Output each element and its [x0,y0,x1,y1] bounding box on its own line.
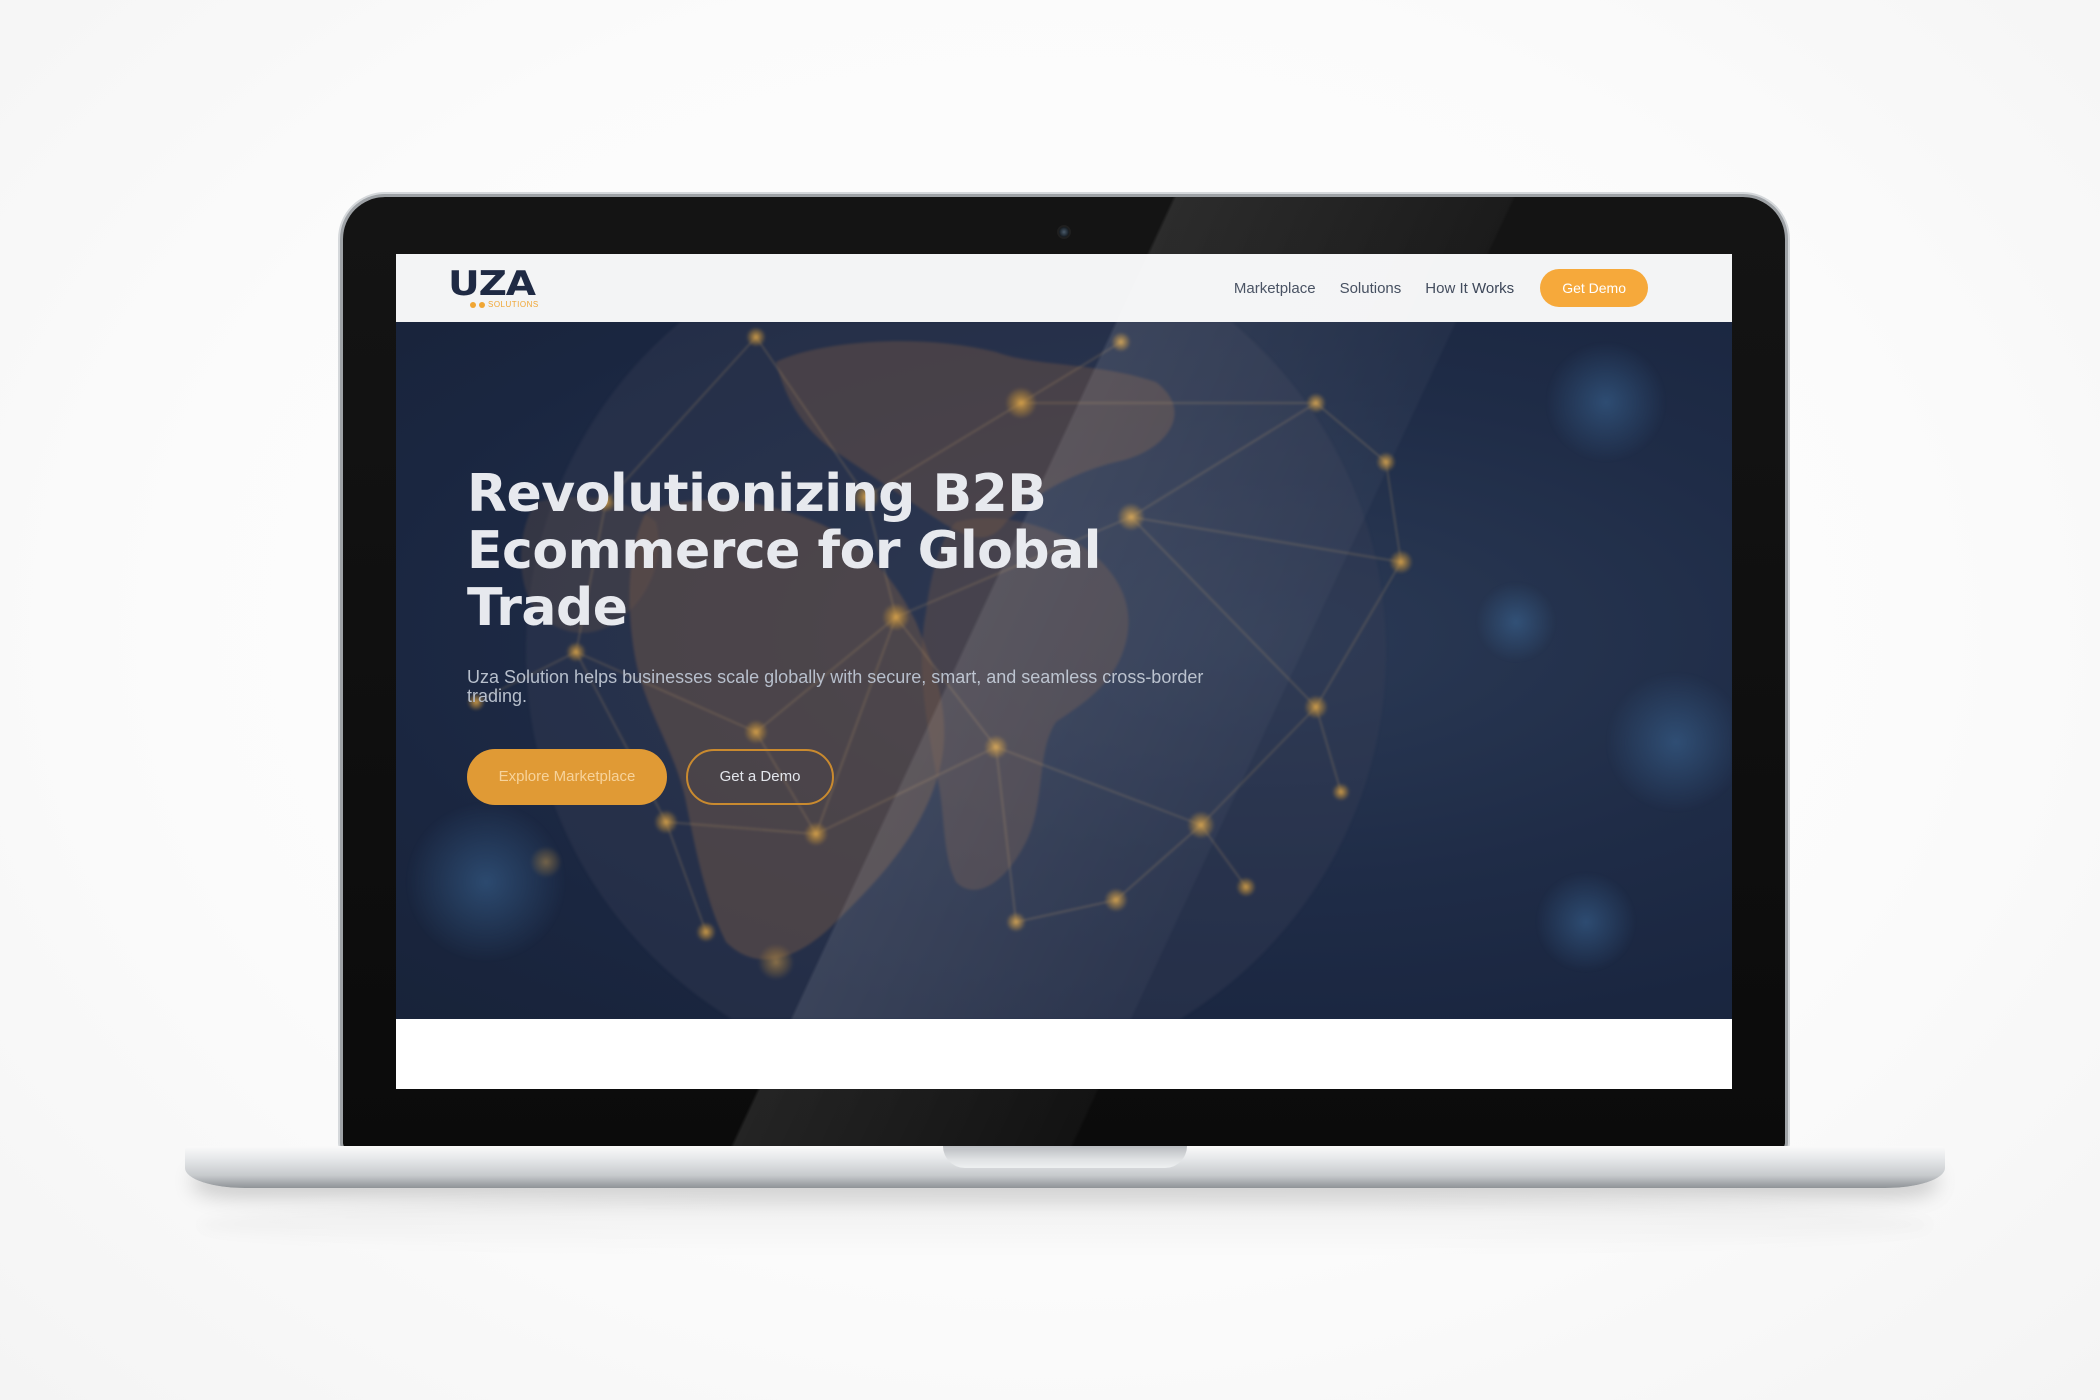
nav-link-marketplace[interactable]: Marketplace [1234,280,1316,297]
laptop-lid: UZA SOLUTIONS Marketplace Solutions How … [343,197,1785,1149]
content-section [396,1019,1732,1089]
hero-title-line: Trade [467,578,628,638]
mockup-stage: UZA SOLUTIONS Marketplace Solutions How … [0,0,2100,1400]
get-demo-button[interactable]: Get Demo [1540,269,1648,307]
nav-link-how-it-works[interactable]: How It Works [1425,280,1514,297]
site-header: UZA SOLUTIONS Marketplace Solutions How … [396,254,1732,322]
laptop-opening-notch [943,1146,1187,1168]
logo-wordmark: UZA [448,264,536,304]
logo-tagline: SOLUTIONS [488,300,539,309]
camera-icon [1059,227,1069,237]
laptop-screen: UZA SOLUTIONS Marketplace Solutions How … [396,254,1732,1089]
laptop-base [185,1146,1945,1188]
logo-dot [470,302,476,308]
hero-subtitle: Uza Solution helps businesses scale glob… [467,667,1204,706]
hero-title-line: Revolutionizing B2B [467,464,1047,524]
laptop-shadow [200,1195,1930,1255]
logo-dot [479,302,485,308]
explore-marketplace-button[interactable]: Explore Marketplace [467,749,667,805]
hero-title: Revolutionizing B2B Ecommerce for Global… [467,466,1187,637]
get-a-demo-button[interactable]: Get a Demo [686,749,834,805]
hero-section: Revolutionizing B2B Ecommerce for Global… [396,322,1732,1019]
logo-dots [470,302,485,308]
nav-link-solutions[interactable]: Solutions [1340,280,1402,297]
site-logo[interactable]: UZA SOLUTIONS [448,264,558,314]
main-nav: Marketplace Solutions How It Works Get D… [1234,269,1648,307]
hero-title-line: Ecommerce for Global [467,521,1102,581]
